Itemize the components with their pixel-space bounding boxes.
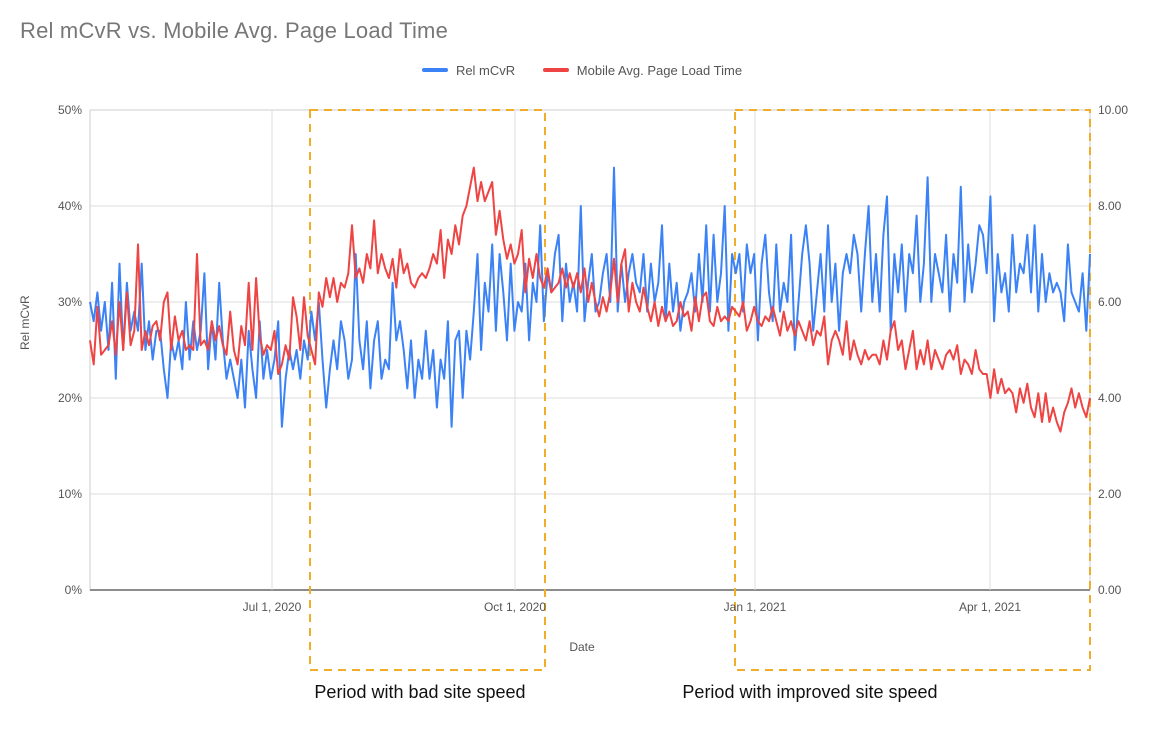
x-tick: Jan 1, 2021 [695,600,815,614]
y2-tick: 8.00 [1098,199,1146,213]
y-tick: 10% [34,487,82,501]
y-tick: 20% [34,391,82,405]
legend: Rel mCvR Mobile Avg. Page Load Time [0,60,1164,78]
x-tick: Jul 1, 2020 [212,600,332,614]
y2-tick: 6.00 [1098,295,1146,309]
y-tick: 50% [34,103,82,117]
x-tick: Apr 1, 2021 [930,600,1050,614]
annotation-improved-speed: Period with improved site speed [620,682,1000,703]
chart-title: Rel mCvR vs. Mobile Avg. Page Load Time [20,18,448,44]
x-axis-label: Date [0,640,1164,654]
legend-label-relmcvr: Rel mCvR [456,63,515,78]
x-tick: Oct 1, 2020 [455,600,575,614]
legend-item-relmcvr: Rel mCvR [422,63,515,78]
annotation-bad-speed: Period with bad site speed [270,682,570,703]
legend-item-loadtime: Mobile Avg. Page Load Time [543,63,742,78]
y-tick: 40% [34,199,82,213]
y2-tick: 2.00 [1098,487,1146,501]
y-axis-label: Rel mCvR [18,295,32,350]
y2-tick: 0.00 [1098,583,1146,597]
plot-area [90,100,1090,600]
chart-svg [90,100,1090,600]
legend-label-loadtime: Mobile Avg. Page Load Time [577,63,742,78]
y-tick: 0% [34,583,82,597]
y-tick: 30% [34,295,82,309]
y2-tick: 4.00 [1098,391,1146,405]
chart-container: Rel mCvR vs. Mobile Avg. Page Load Time … [0,0,1164,730]
y2-tick: 10.00 [1098,103,1146,117]
legend-swatch-loadtime [543,68,569,72]
legend-swatch-relmcvr [422,68,448,72]
